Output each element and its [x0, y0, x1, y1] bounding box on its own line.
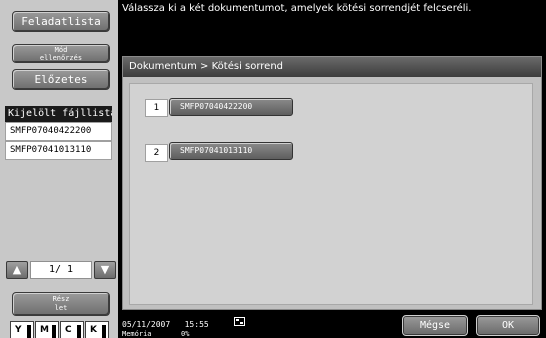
order-number: 1 — [145, 99, 168, 117]
toner-yellow-indicator: Y — [10, 321, 34, 338]
toner-black-indicator: K — [85, 321, 109, 338]
network-icon — [234, 317, 245, 326]
instruction-message: Válassza ki a két dokumentumot, amelyek … — [122, 3, 472, 14]
document-button[interactable]: SMFP07040422200 — [169, 98, 293, 116]
check-mode-button[interactable]: Mód ellenőrzés — [12, 44, 110, 63]
toner-magenta-indicator: M — [35, 321, 59, 338]
ok-button[interactable]: OK — [476, 315, 540, 336]
left-panel: Feladatlista Mód ellenőrzés Előzetes Kij… — [0, 0, 118, 338]
arrow-up-icon: ▲ — [12, 263, 22, 276]
file-list-item[interactable]: SMFP07041013110 — [5, 141, 112, 160]
arrow-down-icon: ▼ — [100, 263, 110, 276]
binding-order-panel: Dokumentum > Kötési sorrend 1 SMFP070404… — [122, 56, 542, 310]
detail-button[interactable]: Rész let — [12, 292, 110, 316]
toner-label: M — [40, 325, 49, 335]
toner-label: Y — [15, 325, 22, 335]
panel-title: Dokumentum > Kötési sorrend — [123, 57, 541, 77]
preview-button[interactable]: Előzetes — [12, 69, 110, 90]
toner-label: K — [90, 325, 97, 335]
toner-level-bar — [102, 325, 106, 338]
toner-cyan-indicator: C — [60, 321, 84, 338]
datetime-display: 05/11/2007 15:55 — [122, 320, 209, 329]
page-down-button[interactable]: ▼ — [94, 261, 116, 279]
file-list-item[interactable]: SMFP07040422200 — [5, 122, 112, 141]
toner-label: C — [65, 325, 72, 335]
order-number: 2 — [145, 144, 168, 162]
status-bar: 05/11/2007 15:55 Memória 0% Mégse OK — [118, 312, 546, 338]
cancel-button[interactable]: Mégse — [402, 315, 468, 336]
page-indicator: 1/ 1 — [30, 261, 92, 279]
main-area: Válassza ki a két dokumentumot, amelyek … — [118, 0, 546, 338]
toner-level-bar — [77, 325, 81, 338]
page-up-button[interactable]: ▲ — [6, 261, 28, 279]
selected-file-list-header: Kijelölt fájllista — [5, 106, 112, 122]
document-list: 1 SMFP07040422200 2 SMFP07041013110 — [129, 83, 533, 305]
toner-level-bar — [27, 325, 31, 338]
task-list-button[interactable]: Feladatlista — [12, 11, 110, 32]
toner-level-bar — [52, 325, 56, 338]
memory-display: Memória 0% — [122, 330, 190, 338]
document-button[interactable]: SMFP07041013110 — [169, 142, 293, 160]
